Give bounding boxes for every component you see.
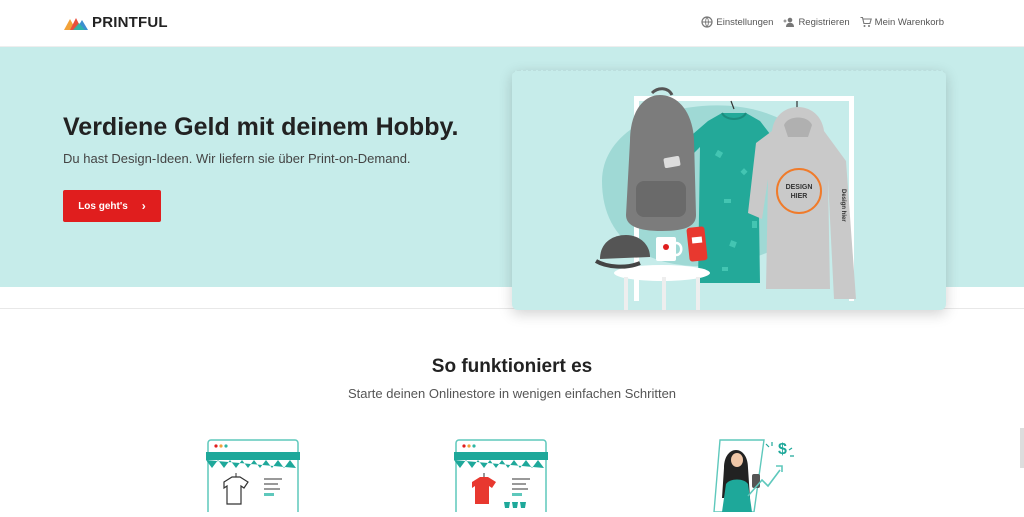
cart-label: Mein Warenkorb — [874, 16, 944, 28]
settings-label: Einstellungen — [716, 16, 774, 28]
side-table-icon — [614, 265, 710, 310]
get-started-button[interactable]: Los geht's › — [63, 190, 161, 222]
hero-product-image: DESIGN HIER Design hier — [512, 70, 946, 310]
how-it-works-title: So funktioniert es — [431, 356, 593, 377]
get-started-label: Los geht's — [78, 200, 128, 212]
cart-icon — [860, 16, 872, 27]
step-1-illustration — [206, 438, 302, 517]
chevron-right-icon: › — [141, 199, 146, 213]
how-it-works-subtitle: Starte deinen Onlinestore in wenigen ein… — [347, 386, 677, 401]
cart-link[interactable]: Mein Warenkorb — [860, 16, 944, 28]
logo-mark-icon — [64, 17, 88, 30]
hoodie-print-line1: DESIGN — [786, 184, 813, 191]
svg-text:$: $ — [778, 441, 787, 458]
settings-link[interactable]: Einstellungen — [701, 16, 773, 28]
globe-icon — [701, 16, 713, 28]
hoodie-print-line2: HIER — [791, 193, 808, 200]
logo-text: PRINTFUL — [92, 14, 168, 31]
register-label: Registrieren — [798, 16, 850, 28]
product-illustration: DESIGN HIER Design hier — [594, 87, 856, 310]
step-2-illustration — [454, 438, 550, 517]
person-earning-money-icon: $ — [713, 439, 794, 513]
top-navigation-bar: PRINTFUL Einstellungen Registrieren Mein… — [0, 0, 1024, 47]
scrollbar[interactable] — [1020, 428, 1024, 468]
phone-case-icon — [686, 226, 708, 262]
storefront-shirt-red-icon — [454, 439, 548, 517]
printful-logo[interactable]: PRINTFUL — [64, 14, 168, 31]
hero-subtitle: Du hast Design-Ideen. Wir liefern sie üb… — [63, 151, 411, 166]
header-nav: Einstellungen Registrieren Mein Warenkor… — [701, 16, 944, 28]
step-3-illustration: $ — [712, 438, 808, 513]
register-link[interactable]: Registrieren — [783, 16, 850, 28]
add-user-icon — [783, 17, 795, 27]
hero-title: Verdiene Geld mit deinem Hobby. — [63, 113, 459, 141]
sleeve-print: Design hier — [840, 189, 846, 222]
storefront-shirt-outline-icon — [206, 439, 300, 517]
